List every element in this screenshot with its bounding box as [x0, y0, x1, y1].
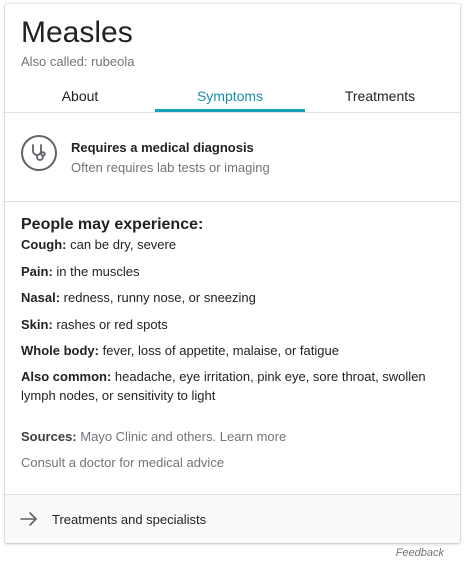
symptom-label: Whole body:: [21, 343, 99, 358]
sources-text: Mayo Clinic and others.: [80, 429, 217, 444]
symptom-text: in the muscles: [56, 264, 140, 279]
symptoms-heading: People may experience:: [21, 216, 204, 233]
symptom-item: Cough: can be dry, severe: [21, 235, 441, 254]
sources-label: Sources:: [21, 429, 77, 444]
active-tab-indicator: [155, 109, 305, 112]
symptom-text: rashes or red spots: [56, 317, 168, 332]
stethoscope-icon: [21, 135, 57, 171]
symptom-item: Nasal: redness, runny nose, or sneezing: [21, 288, 441, 307]
tab-treatments[interactable]: Treatments: [305, 80, 455, 112]
tab-about[interactable]: About: [5, 80, 155, 112]
symptom-text: can be dry, severe: [70, 237, 177, 252]
treatments-specialists-link[interactable]: Treatments and specialists: [5, 494, 460, 543]
symptom-item: Whole body: fever, loss of appetite, mal…: [21, 341, 441, 360]
tab-bar: About Symptoms Treatments: [5, 80, 460, 113]
symptom-item: Pain: in the muscles: [21, 262, 441, 281]
learn-more-link[interactable]: Learn more: [220, 429, 286, 444]
card-title: Measles: [21, 16, 133, 49]
symptom-item: Also common: headache, eye irritation, p…: [21, 367, 441, 405]
symptom-label: Skin:: [21, 317, 53, 332]
diagnosis-subtitle: Often requires lab tests or imaging: [71, 160, 270, 175]
feedback-link[interactable]: Feedback: [396, 547, 444, 559]
symptom-label: Pain:: [21, 264, 53, 279]
arrow-right-icon: [20, 512, 37, 526]
diagnosis-notice: Requires a medical diagnosis Often requi…: [5, 113, 460, 202]
knowledge-card: Measles Also called: rubeola About Sympt…: [5, 4, 460, 543]
card-subtitle: Also called: rubeola: [21, 54, 135, 69]
symptom-label: Cough:: [21, 237, 67, 252]
symptom-label: Also common:: [21, 369, 112, 384]
sources-line: Sources: Mayo Clinic and others. Learn m…: [21, 429, 286, 444]
tab-symptoms[interactable]: Symptoms: [155, 80, 305, 112]
symptom-label: Nasal:: [21, 290, 61, 305]
symptom-text: fever, loss of appetite, malaise, or fat…: [102, 343, 339, 358]
diagnosis-title: Requires a medical diagnosis: [71, 140, 254, 155]
footer-label: Treatments and specialists: [52, 512, 207, 527]
consult-note: Consult a doctor for medical advice: [21, 455, 225, 470]
symptom-text: redness, runny nose, or sneezing: [63, 290, 256, 305]
symptom-item: Skin: rashes or red spots: [21, 315, 441, 334]
